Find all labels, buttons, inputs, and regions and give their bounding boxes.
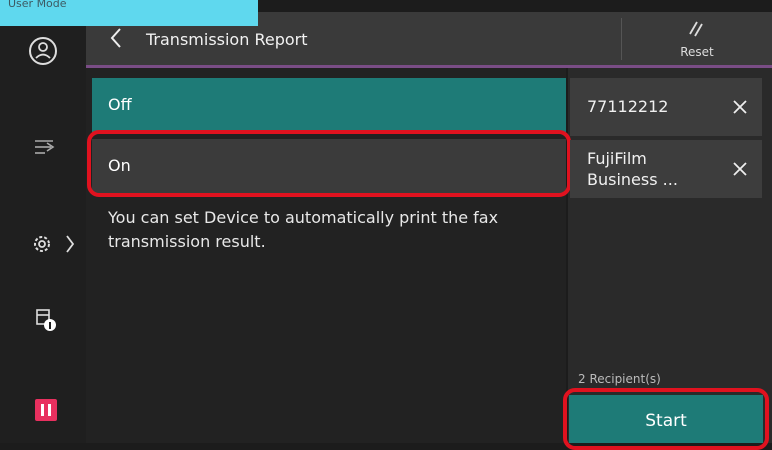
recipient-count: 2 Recipient(s)	[578, 372, 661, 386]
option-off[interactable]: Off	[92, 78, 566, 132]
user-icon[interactable]	[28, 36, 58, 66]
back-icon[interactable]	[108, 27, 124, 49]
device-info-icon[interactable]	[34, 306, 58, 332]
option-on-highlight	[87, 130, 571, 197]
gear-icon[interactable]	[30, 232, 76, 256]
description-text: You can set Device to automatically prin…	[108, 208, 499, 251]
start-button-highlight	[563, 388, 769, 450]
user-mode-label: User Mode	[8, 0, 67, 10]
reset-label: Reset	[680, 45, 714, 59]
user-mode-tab: User Mode	[0, 0, 258, 26]
recipient-label: 77112212	[587, 97, 669, 116]
page-title: Transmission Report	[146, 30, 308, 49]
sidebar	[0, 0, 86, 443]
option-off-label: Off	[108, 95, 132, 114]
reset-button[interactable]: Reset	[622, 12, 772, 65]
transfer-icon[interactable]	[33, 137, 57, 157]
recipient-item[interactable]: FujiFilm Business ...	[570, 140, 762, 198]
recipient-item[interactable]: 77112212	[570, 78, 762, 136]
close-icon[interactable]	[732, 161, 748, 177]
reset-icon	[689, 21, 703, 37]
close-icon[interactable]	[732, 99, 748, 115]
pause-icon[interactable]	[35, 399, 57, 421]
